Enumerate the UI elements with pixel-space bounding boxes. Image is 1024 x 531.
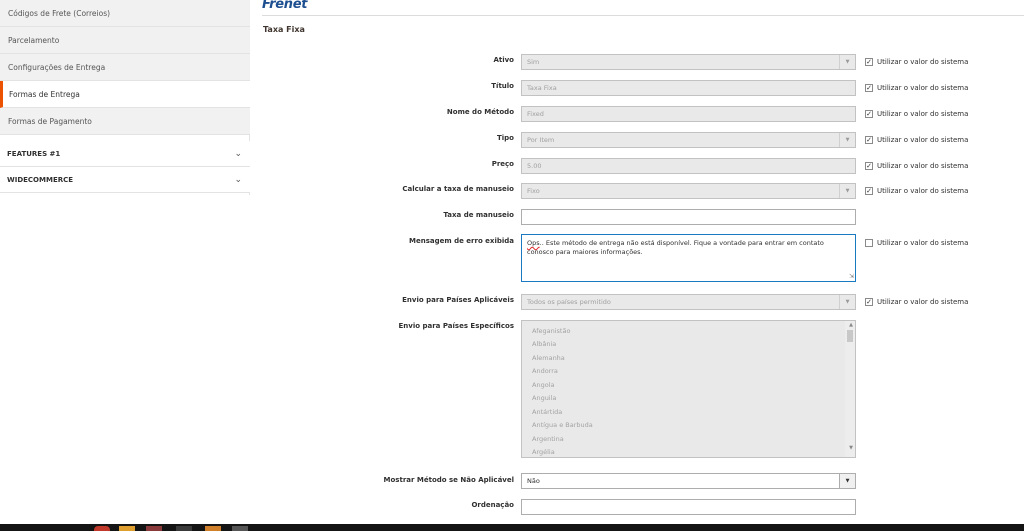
mostrar-metodo-value: Não xyxy=(527,477,540,485)
nome-metodo-input[interactable]: Fixed xyxy=(521,106,856,122)
preco-label: Preço xyxy=(491,160,514,168)
titulo-value: Taxa Fixa xyxy=(527,84,557,92)
app-icon[interactable] xyxy=(232,526,248,531)
dropdown-arrow-icon: ▼ xyxy=(839,295,855,309)
titulo-label: Título xyxy=(491,82,514,90)
mostrar-metodo-label: Mostrar Método se Não Aplicável xyxy=(383,476,514,484)
sidebar-group-label: FEATURES #1 xyxy=(7,150,61,158)
country-option[interactable]: Albânia xyxy=(532,340,556,348)
nome-metodo-label: Nome do Método xyxy=(446,108,514,116)
dropdown-arrow-icon: ▼ xyxy=(839,184,855,198)
dropdown-arrow-icon: ▼ xyxy=(839,133,855,147)
header-divider xyxy=(262,15,1024,16)
sidebar-item-label: Formas de Pagamento xyxy=(8,117,92,126)
calcular-taxa-system-checkbox[interactable]: ✓ xyxy=(865,187,873,195)
country-option[interactable]: Argentina xyxy=(532,435,564,443)
mensagem-erro-textarea[interactable]: Ops.. Este método de entrega não está di… xyxy=(521,234,856,282)
ativo-value: Sim xyxy=(527,58,540,66)
browser-icon[interactable] xyxy=(94,526,110,531)
scrollbar-thumb[interactable] xyxy=(847,330,853,342)
mostrar-metodo-select[interactable]: Não ▼ xyxy=(521,473,856,489)
mensagem-erro-label: Mensagem de erro exibida xyxy=(409,237,514,245)
calcular-taxa-label: Calcular a taxa de manuseio xyxy=(402,185,514,193)
country-option[interactable]: Alemanha xyxy=(532,354,565,362)
country-option[interactable]: Antígua e Barbuda xyxy=(532,421,593,429)
preco-input[interactable]: 5.00 xyxy=(521,158,856,174)
preco-system-label: Utilizar o valor do sistema xyxy=(877,162,969,170)
sidebar-group-features[interactable]: FEATURES #1 ⌄ xyxy=(0,141,250,167)
country-option[interactable]: Andorra xyxy=(532,367,558,375)
titulo-system-label: Utilizar o valor do sistema xyxy=(877,84,969,92)
mensagem-erro-text: .. Este método de entrega não está dispo… xyxy=(527,239,824,256)
mensagem-erro-system-checkbox[interactable] xyxy=(865,239,873,247)
ordenacao-input[interactable] xyxy=(521,499,856,515)
sidebar-group-label: WIDECOMMERCE xyxy=(7,176,74,184)
sidebar-item-configuracoes-entrega[interactable]: Configurações de Entrega xyxy=(0,54,250,81)
nome-metodo-system-checkbox[interactable]: ✓ xyxy=(865,110,873,118)
config-sidebar: Códigos de Frete (Correios) Parcelamento… xyxy=(0,0,250,195)
section-title: Taxa Fixa xyxy=(263,25,305,34)
envio-aplicaveis-label: Envio para Países Aplicáveis xyxy=(402,296,514,304)
ordenacao-label: Ordenação xyxy=(471,501,514,509)
envio-especificos-multiselect[interactable]: Afeganistão Albânia Alemanha Andorra Ang… xyxy=(521,320,856,458)
admin-config-page: Códigos de Frete (Correios) Parcelamento… xyxy=(0,0,1024,531)
country-option[interactable]: Anguila xyxy=(532,394,556,402)
calcular-taxa-system-label: Utilizar o valor do sistema xyxy=(877,187,969,195)
app-icon[interactable] xyxy=(146,526,162,531)
chevron-down-icon: ⌄ xyxy=(234,149,242,159)
envio-aplicaveis-select[interactable]: Todos os países permitido ▼ xyxy=(521,294,856,310)
tipo-label: Tipo xyxy=(497,134,514,142)
tipo-select[interactable]: Por Item ▼ xyxy=(521,132,856,148)
envio-especificos-label: Envio para Países Específicos xyxy=(398,322,514,330)
preco-system-checkbox[interactable]: ✓ xyxy=(865,162,873,170)
envio-aplicaveis-system-checkbox[interactable]: ✓ xyxy=(865,298,873,306)
taxa-manuseio-input[interactable] xyxy=(521,209,856,225)
sidebar-item-label: Parcelamento xyxy=(8,36,60,45)
tipo-system-checkbox[interactable]: ✓ xyxy=(865,136,873,144)
ativo-system-checkbox[interactable]: ✓ xyxy=(865,58,873,66)
scroll-down-icon[interactable]: ▼ xyxy=(849,445,853,451)
envio-aplicaveis-system-label: Utilizar o valor do sistema xyxy=(877,298,969,306)
brand-logo: Frenet xyxy=(262,0,308,12)
preco-value: 5.00 xyxy=(527,162,542,170)
folder-icon[interactable] xyxy=(119,526,135,531)
calcular-taxa-select[interactable]: Fixo ▼ xyxy=(521,183,856,199)
sidebar-group-widecommerce[interactable]: WIDECOMMERCE ⌄ xyxy=(0,167,250,193)
sidebar-item-label: Códigos de Frete (Correios) xyxy=(8,9,111,18)
titulo-system-checkbox[interactable]: ✓ xyxy=(865,84,873,92)
country-option[interactable]: Antártida xyxy=(532,408,562,416)
sidebar-item-formas-pagamento[interactable]: Formas de Pagamento xyxy=(0,108,250,135)
taxa-manuseio-label: Taxa de manuseio xyxy=(443,211,514,219)
nome-metodo-value: Fixed xyxy=(527,110,544,118)
chevron-down-icon: ⌄ xyxy=(234,175,242,185)
ativo-select[interactable]: Sim ▼ xyxy=(521,54,856,70)
titulo-input[interactable]: Taxa Fixa xyxy=(521,80,856,96)
tipo-value: Por Item xyxy=(527,136,555,144)
sidebar-item-label: Formas de Entrega xyxy=(9,90,80,99)
nome-metodo-system-label: Utilizar o valor do sistema xyxy=(877,110,969,118)
sidebar-item-parcelamento[interactable]: Parcelamento xyxy=(0,27,250,54)
mensagem-erro-system-label: Utilizar o valor do sistema xyxy=(877,239,969,247)
country-option[interactable]: Afeganistão xyxy=(532,327,570,335)
app-icon[interactable] xyxy=(176,526,192,531)
dropdown-arrow-icon: ▼ xyxy=(839,474,855,488)
country-option[interactable]: Argélia xyxy=(532,448,555,456)
tipo-system-label: Utilizar o valor do sistema xyxy=(877,136,969,144)
mensagem-erro-spellcheck-word: Ops xyxy=(527,239,540,247)
scroll-up-icon[interactable]: ▲ xyxy=(849,322,853,328)
calcular-taxa-value: Fixo xyxy=(527,187,540,195)
app-icon[interactable] xyxy=(205,526,221,531)
ativo-label: Ativo xyxy=(493,56,514,64)
resize-handle-icon[interactable]: ⇲ xyxy=(849,274,854,280)
country-option[interactable]: Angola xyxy=(532,381,554,389)
envio-aplicaveis-value: Todos os países permitido xyxy=(527,298,611,306)
ativo-system-label: Utilizar o valor do sistema xyxy=(877,58,969,66)
dropdown-arrow-icon: ▼ xyxy=(839,55,855,69)
sidebar-item-label: Configurações de Entrega xyxy=(8,63,106,72)
scrollbar[interactable]: ▲ ▼ xyxy=(845,321,855,457)
sidebar-item-codigos-frete[interactable]: Códigos de Frete (Correios) xyxy=(0,0,250,27)
sidebar-item-formas-entrega[interactable]: Formas de Entrega xyxy=(0,81,250,108)
